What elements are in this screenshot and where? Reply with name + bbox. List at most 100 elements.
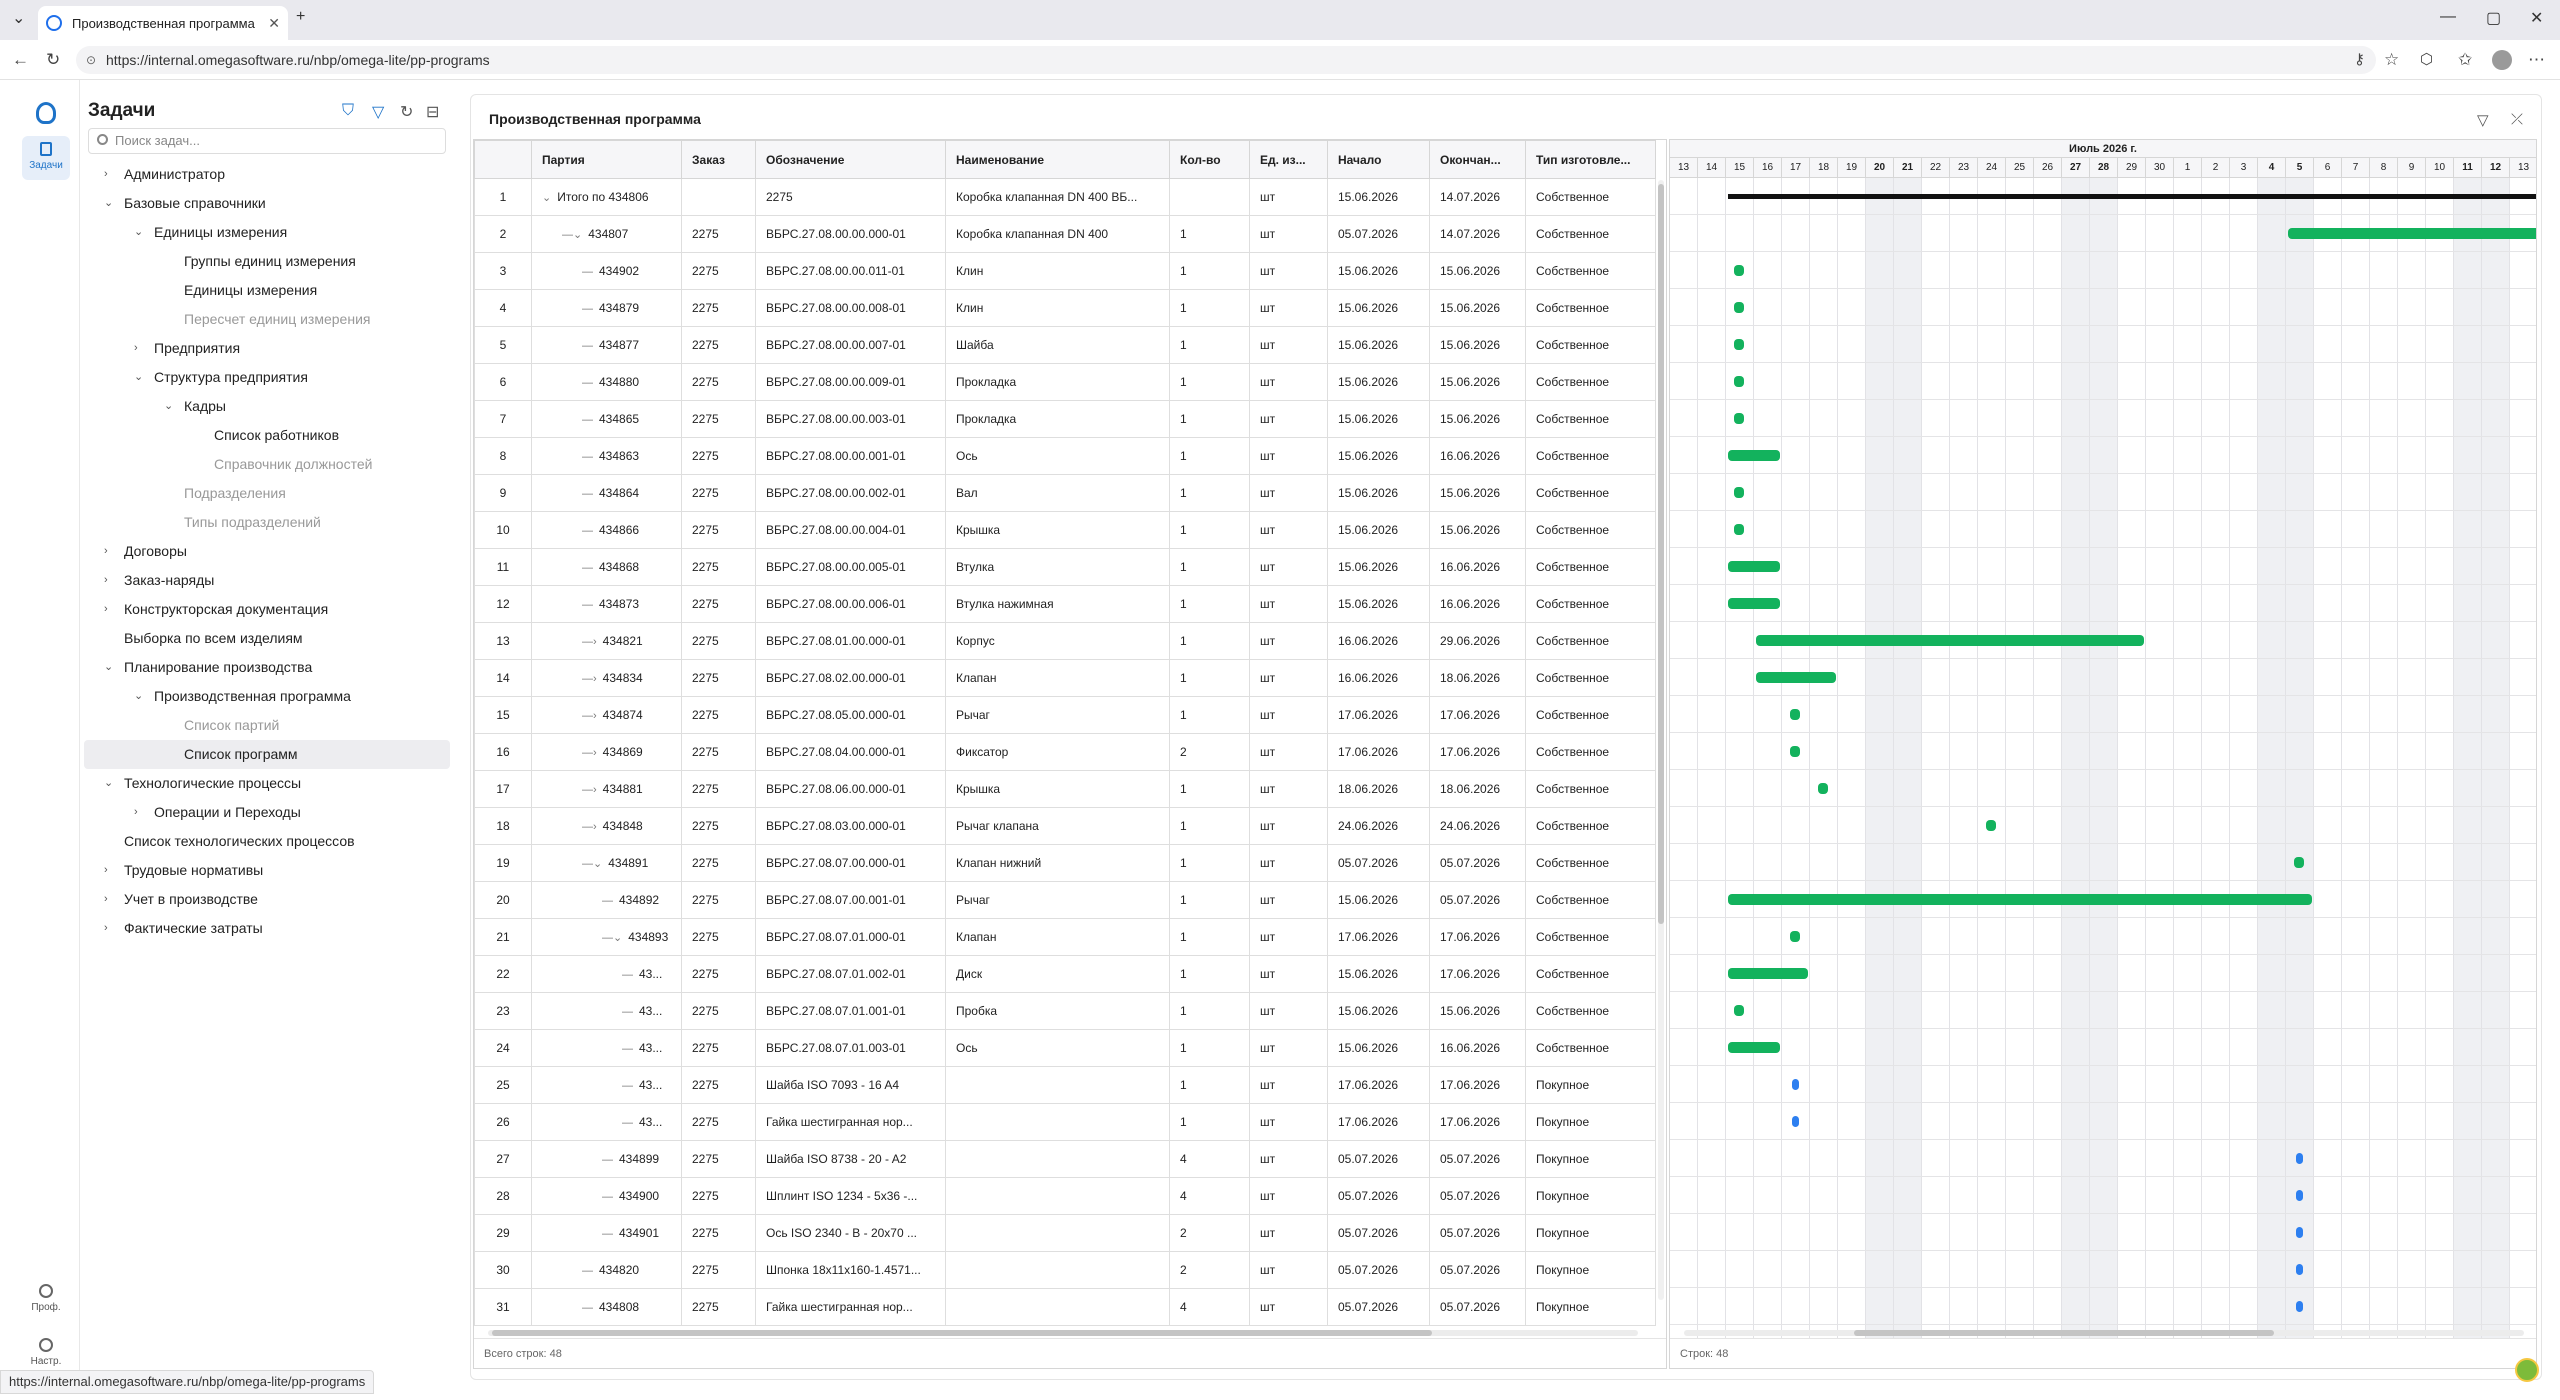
nav-item[interactable]: Пересчет единиц измерения [84, 305, 450, 334]
back-icon[interactable]: ← [12, 50, 29, 70]
chevron-down-icon[interactable]: ⌄ [104, 189, 113, 218]
omega-logo-icon[interactable] [36, 102, 56, 124]
column-header[interactable]: Наименование [945, 140, 1170, 179]
table-row[interactable]: 29 — 434901 2275 Ось ISO 2340 - B - 20x70 ..… [474, 1214, 1656, 1252]
filter-icon[interactable]: ▽ [372, 102, 384, 122]
task-search-input[interactable]: Поиск задач... [88, 128, 446, 154]
nav-item[interactable]: › Договоры [84, 537, 450, 566]
expand-right-icon[interactable]: —› [582, 784, 597, 796]
chevron-right-icon[interactable]: › [104, 914, 108, 943]
column-header[interactable] [474, 140, 532, 179]
rail-tasks-button[interactable]: Задачи [22, 136, 70, 180]
nav-item[interactable]: Подразделения [84, 479, 450, 508]
nav-item[interactable]: Группы единиц измерения [84, 247, 450, 276]
table-row[interactable]: 14 —› 434834 2275 ВБРС.27.08.02.00.000-01 Кла… [474, 659, 1656, 697]
nav-item[interactable]: ⌄ Единицы измерения [84, 218, 450, 247]
table-row[interactable]: 19 —⌄ 434891 2275 ВБРС.27.08.07.00.000-01 Кла… [474, 844, 1656, 882]
table-row[interactable]: 20 — 434892 2275 ВБРС.27.08.07.00.001-01 Рыча… [474, 881, 1656, 919]
url-field[interactable]: ⊙ https://internal.omegasoftware.ru/nbp/… [76, 46, 2376, 74]
column-header[interactable]: Кол-во [1169, 140, 1250, 179]
expand-right-icon[interactable]: —› [582, 673, 597, 685]
table-row[interactable]: 21 —⌄ 434893 2275 ВБРС.27.08.07.01.000-01 Кла… [474, 918, 1656, 956]
gantt-horizontal-scrollbar[interactable] [1684, 1330, 2524, 1336]
column-header[interactable]: Обозначение [755, 140, 946, 179]
nav-item[interactable]: ⌄ Базовые справочники [84, 189, 450, 218]
gantt-bar[interactable] [1728, 194, 2536, 199]
table-row[interactable]: 26 — 43... 2275 Гайка шестигранная нор... 1 шт… [474, 1103, 1656, 1141]
nav-item[interactable]: › Учет в производстве [84, 885, 450, 914]
nav-item[interactable]: ⌄ Планирование производства [84, 653, 450, 682]
gantt-bar[interactable] [2296, 1301, 2303, 1312]
gantt-bar[interactable] [1734, 487, 1744, 498]
table-row[interactable]: 15 —› 434874 2275 ВБРС.27.08.05.00.000-01 Рыч… [474, 696, 1656, 734]
column-header[interactable]: Тип изготовле... [1525, 140, 1656, 179]
nav-item[interactable]: Список технологических процессов [84, 827, 450, 856]
grid-horizontal-scrollbar[interactable] [488, 1330, 1638, 1336]
tab-close-icon[interactable]: ✕ [268, 15, 280, 32]
nav-item[interactable]: › Конструкторская документация [84, 595, 450, 624]
chevron-right-icon[interactable]: › [104, 566, 108, 595]
assistant-avatar-icon[interactable] [2515, 1358, 2539, 1382]
expand-right-icon[interactable]: —› [582, 747, 597, 759]
gantt-bar[interactable] [2288, 228, 2536, 239]
gantt-bar[interactable] [1790, 709, 1800, 720]
reload-icon[interactable]: ↻ [46, 50, 60, 70]
browser-tab[interactable]: Производственная программа ✕ [38, 6, 288, 40]
expand-down-icon[interactable]: —⌄ [562, 229, 582, 241]
chevron-right-icon[interactable]: › [134, 334, 138, 363]
table-row[interactable]: 4—434879 2275 ВБРС.27.08.00.00.008-01 Клин 1… [474, 289, 1656, 327]
gantt-bar[interactable] [1790, 931, 1800, 942]
gantt-bar[interactable] [2294, 857, 2304, 868]
table-row[interactable]: 27 — 434899 2275 Шайба ISO 8738 - 20 - A2 4 шт… [474, 1140, 1656, 1178]
nav-item[interactable]: › Операции и Переходы [84, 798, 450, 827]
expand-right-icon[interactable]: —› [582, 821, 597, 833]
table-row[interactable]: 25—43... 2275 Шайба ISO 7093 - 16 A4 1 шт 17.… [474, 1066, 1656, 1104]
gantt-bar[interactable] [2296, 1190, 2303, 1201]
nav-item[interactable]: ⌄ Структура предприятия [84, 363, 450, 392]
nav-item[interactable]: Список партий [84, 711, 450, 740]
grid-vertical-scrollbar[interactable] [1658, 180, 1664, 1300]
window-close-icon[interactable]: ✕ [2530, 8, 2543, 28]
table-row[interactable]: 7 — 434865 2275 ВБРС.27.08.00.00.003-01 Прокл… [474, 400, 1656, 438]
favorite-star-icon[interactable]: ☆ [2384, 50, 2399, 70]
nav-item[interactable]: Список программ [84, 740, 450, 769]
gantt-bar[interactable] [1728, 894, 2312, 905]
chevron-down-icon[interactable]: ⌄ [104, 769, 113, 798]
gantt-bar[interactable] [1792, 1079, 1799, 1090]
gantt-bar[interactable] [1734, 265, 1744, 276]
expand-down-icon[interactable]: —⌄ [582, 858, 602, 870]
collapse-all-icon[interactable]: ⊟ [426, 102, 439, 122]
chevron-right-icon[interactable]: › [104, 537, 108, 566]
filter-icon[interactable]: ▽ [2477, 111, 2489, 129]
nav-item[interactable]: › Фактические затраты [84, 914, 450, 943]
gantt-bar[interactable] [1790, 746, 1800, 757]
bookmark-icon[interactable]: ⛉ [342, 102, 354, 120]
table-row[interactable]: 28 — 434900 2275 Шплинт ISO 1234 - 5x36 -...… [474, 1177, 1656, 1215]
gantt-bar[interactable] [1728, 598, 1780, 609]
table-row[interactable]: 30 — 434820 2275 Шпонка 18x11x160-1.4571... 2… [474, 1251, 1656, 1289]
gantt-bar[interactable] [1734, 302, 1744, 313]
column-header[interactable]: Ед. из... [1249, 140, 1328, 179]
table-row[interactable]: 6 — 434880 2275 ВБРС.27.08.00.00.009-01 Прокл… [474, 363, 1656, 401]
column-header[interactable]: Партия [531, 140, 682, 179]
gantt-bar[interactable] [1756, 672, 1836, 683]
gantt-bar[interactable] [1728, 968, 1808, 979]
table-row[interactable]: 1 ⌄ Итого по 434806 2275 Коробка клапанная D… [474, 178, 1656, 216]
gantt-bar[interactable] [1792, 1116, 1799, 1127]
gantt-bar[interactable] [1734, 524, 1744, 535]
minimize-icon[interactable]: — [2440, 8, 2456, 26]
table-row[interactable]: 12 — 434873 2275 ВБРС.27.08.00.00.006-01 Втул… [474, 585, 1656, 623]
chevron-right-icon[interactable]: › [104, 595, 108, 624]
nav-item[interactable]: Справочник должностей [84, 450, 450, 479]
maximize-icon[interactable]: ▢ [2486, 8, 2501, 28]
nav-item[interactable]: › Трудовые нормативы [84, 856, 450, 885]
refresh-icon[interactable]: ↻ [400, 102, 413, 122]
gantt-bar[interactable] [1734, 339, 1744, 350]
gantt-bar[interactable] [2296, 1153, 2303, 1164]
gantt-bar[interactable] [2296, 1227, 2303, 1238]
gantt-bar[interactable] [1734, 376, 1744, 387]
gantt-bar[interactable] [1728, 561, 1780, 572]
gantt-bar[interactable] [2296, 1264, 2303, 1275]
site-info-icon[interactable]: ⊙ [86, 46, 96, 74]
table-row[interactable]: 8 — 434863 2275 ВБРС.27.08.00.00.001-01 Ось 1 ш… [474, 437, 1656, 475]
